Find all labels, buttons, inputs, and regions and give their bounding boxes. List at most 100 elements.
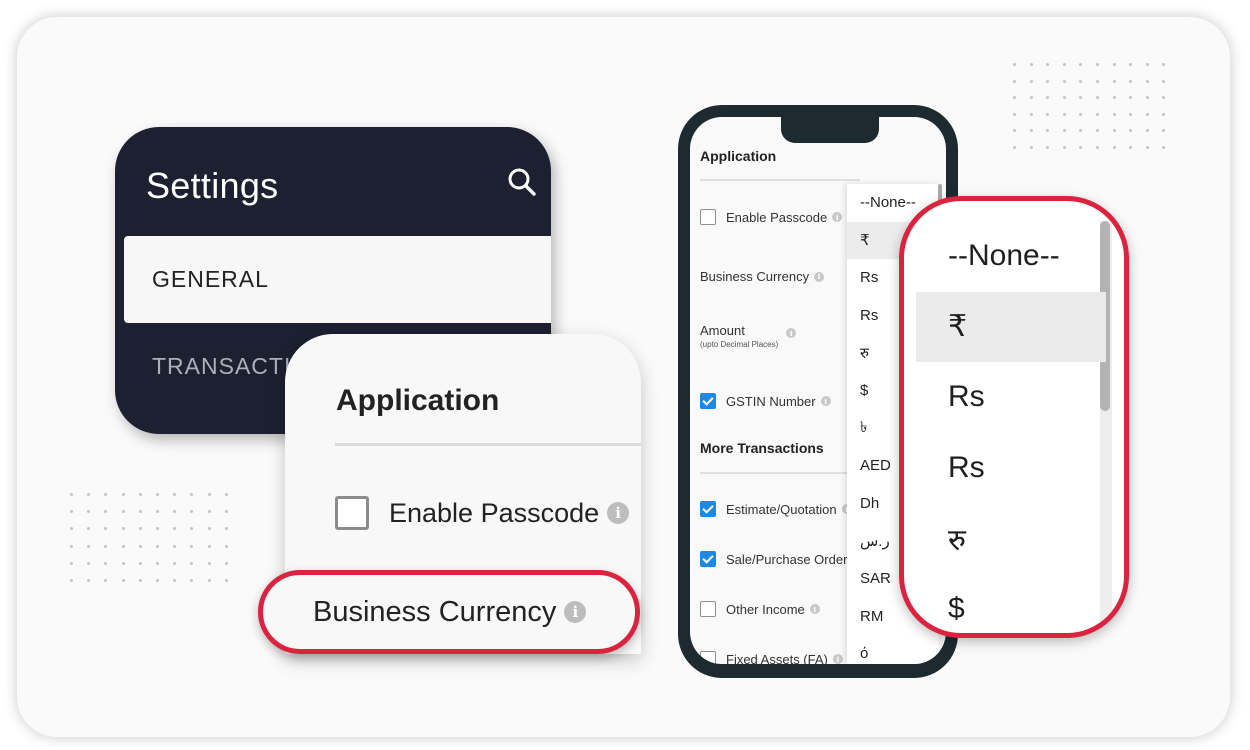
business-currency-row[interactable]: Business Currency i [700,269,825,284]
dot [173,527,177,531]
sale-purchase-order-checkbox[interactable] [700,551,716,567]
dot [1029,145,1033,149]
dot [1013,129,1016,133]
dot [1029,79,1033,83]
row-label: Sale/Purchase Order [726,551,848,567]
dot [1079,96,1083,100]
fixed-assets-row[interactable]: Fixed Assets (FA) i [700,651,843,664]
dot [1029,96,1033,100]
info-icon[interactable]: i [809,604,820,614]
enable-passcode-checkbox[interactable] [700,209,716,225]
currency-option[interactable]: $ [916,574,1106,634]
dot [1145,145,1149,149]
dot [190,578,194,582]
dot [87,510,91,514]
section-heading: Application [700,148,777,164]
currency-option[interactable]: Rs [916,362,1106,433]
row-label: Amount [700,323,745,338]
info-icon[interactable]: i [786,328,797,338]
dot [70,544,73,548]
dot [1079,63,1083,66]
dot [138,561,142,565]
row-label: Enable Passcode [726,209,828,225]
info-icon[interactable]: i [814,271,825,282]
dot [70,510,73,514]
row-label: Business Currency [700,269,810,284]
dot [173,493,177,496]
other-income-checkbox[interactable] [700,601,716,617]
info-icon[interactable]: i [564,601,587,623]
search-icon[interactable] [506,166,538,198]
sale-purchase-order-row[interactable]: Sale/Purchase Order i [700,551,863,567]
dot [173,510,177,514]
enable-passcode-row[interactable]: Enable Passcode i [335,496,630,530]
dot [1046,145,1050,149]
dot [138,544,142,548]
estimate-quotation-checkbox[interactable] [700,501,716,517]
dot [1145,79,1149,83]
currency-option[interactable]: रु [916,503,1106,574]
gstin-row[interactable]: GSTIN Number i [700,393,831,409]
dot [1062,145,1066,149]
dot [1013,96,1016,100]
dot [1095,79,1099,83]
dot [1145,129,1149,133]
dot [1013,79,1016,83]
currency-option[interactable]: Rs [916,433,1106,504]
business-currency-label: Business Currency [313,595,557,628]
dot [1046,79,1050,83]
dot [224,544,228,548]
dot [1046,112,1050,116]
info-icon[interactable]: i [832,212,843,222]
dot [1062,63,1066,66]
dot [1129,63,1133,66]
dot [1162,79,1166,83]
dot [104,544,108,548]
dot [104,578,108,582]
decorative-dot-grid [70,493,228,582]
enable-passcode-row[interactable]: Enable Passcode i [700,209,843,225]
dot [87,578,91,582]
gstin-checkbox[interactable] [700,393,716,409]
fixed-assets-checkbox[interactable] [700,651,716,664]
dot [207,527,211,531]
dot [207,493,211,496]
dot [121,578,125,582]
dot [173,561,177,565]
tab-general-label: GENERAL [152,266,269,292]
dot [207,578,211,582]
currency-option[interactable]: ₹ [916,291,1106,362]
info-icon[interactable]: i [820,396,831,406]
dot [1046,96,1050,100]
business-currency-highlight[interactable]: Business Currency i [258,570,640,654]
amount-row[interactable]: Amount (upto Decimal Places) i [700,323,797,349]
dot [138,493,142,496]
tab-general[interactable]: GENERAL [124,236,551,323]
info-icon[interactable]: i [832,654,843,664]
dot [155,578,159,582]
dot [121,510,125,514]
enable-passcode-checkbox[interactable] [335,496,369,530]
divider [335,443,641,446]
dot [87,561,91,565]
other-income-row[interactable]: Other Income i [700,601,820,617]
dot [190,527,194,531]
dot [70,493,73,496]
info-icon[interactable]: i [607,502,630,524]
enable-passcode-label: Enable Passcode [389,497,600,528]
dot [1129,96,1133,100]
dot [155,544,159,548]
dot [207,561,211,565]
currency-option[interactable]: --None-- [916,221,1106,292]
dot [138,578,142,582]
dot [138,527,142,531]
settings-title: Settings [146,165,279,206]
currency-option[interactable]: ό [847,635,939,664]
dot [121,493,125,496]
dot [70,578,73,582]
dot [1162,96,1166,100]
estimate-quotation-row[interactable]: Estimate/Quotation i [700,501,852,517]
dot [87,527,91,531]
currency-dropdown-callout[interactable]: --None-- ₹ Rs Rs रु $ [899,196,1129,638]
dot [1129,129,1133,133]
